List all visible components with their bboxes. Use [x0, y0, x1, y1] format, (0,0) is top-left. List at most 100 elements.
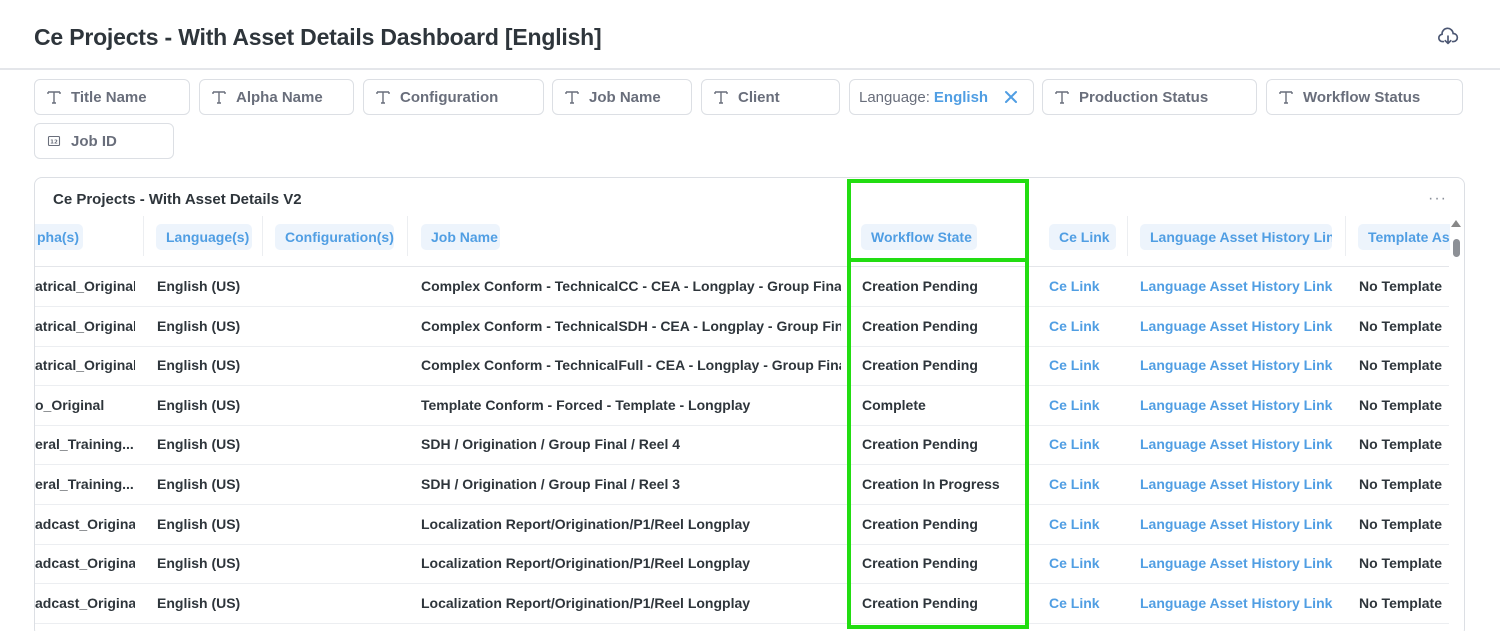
cell-workflow-state: Creation In Progress: [862, 476, 1000, 492]
cell-alpha: eral_Training...: [35, 436, 134, 453]
filter-job-name[interactable]: Job Name: [552, 79, 692, 115]
filter-language[interactable]: Language: English: [849, 79, 1034, 115]
cell-template: No Template: [1359, 476, 1442, 492]
cell-ce-link[interactable]: Ce Link: [1049, 267, 1119, 306]
column-divider: [262, 216, 263, 256]
cell-alpha: adcast_Original: [35, 515, 135, 532]
cell-job-name: Localization Report/Origination/P1/Reel …: [421, 594, 751, 611]
cell-template: No Template: [1359, 396, 1442, 413]
column-header-template-asset[interactable]: Template Ass: [1358, 224, 1450, 250]
filter-job-id[interactable]: 12 Job ID: [34, 123, 174, 159]
cell-template: No Template: [1359, 515, 1442, 532]
more-options-icon[interactable]: ···: [1428, 190, 1447, 208]
clear-filter-icon[interactable]: [1003, 89, 1019, 105]
cell-job-name: SDH / Origination / Group Final / Reel 3: [421, 476, 681, 492]
filter-label: Title Name: [71, 88, 147, 106]
cell-job-name: Localization Report/Origination/P1/Reel …: [421, 515, 751, 532]
cell-language-asset-history-link[interactable]: Language Asset History Link: [1140, 425, 1340, 464]
cell-language-asset-history-link[interactable]: Language Asset History Link: [1140, 307, 1340, 346]
table-row[interactable]: atrical_Original English (US) Complex Conf…: [35, 267, 1449, 307]
cell-language-asset-history-link[interactable]: Language Asset History Link: [1140, 386, 1340, 425]
cell-alpha: o_Original: [35, 396, 105, 413]
cell-template: No Template: [1359, 278, 1442, 294]
table-row[interactable]: eral_Training... English (US) SDH / Origin…: [35, 465, 1449, 505]
cell-language: English (US): [157, 436, 241, 453]
column-header-language-asset-history-link[interactable]: Language Asset History Link: [1140, 224, 1332, 250]
filter-label: Client: [738, 88, 780, 106]
column-divider: [1127, 216, 1128, 256]
svg-text:12: 12: [50, 139, 58, 145]
text-type-icon: [1277, 90, 1295, 104]
table-row[interactable]: o_Original English (US) Template Conform -…: [35, 386, 1449, 426]
table-row[interactable]: adcast_Original English (US) Localization …: [35, 584, 1449, 624]
table-row[interactable]: adcast_Original English (US) Localization …: [35, 505, 1449, 545]
cloud-download-icon[interactable]: [1437, 26, 1459, 48]
table-row[interactable]: eral_Training... English (US) SDH / Origin…: [35, 425, 1449, 466]
cell-template: No Template: [1359, 317, 1442, 334]
column-divider: [1345, 216, 1346, 256]
cell-alpha: atrical_Original: [35, 357, 135, 374]
cell-ce-link[interactable]: Ce Link: [1049, 544, 1119, 583]
cell-workflow-state: Creation Pending: [862, 278, 978, 294]
cell-template: No Template: [1359, 357, 1442, 374]
cell-ce-link[interactable]: Ce Link: [1049, 425, 1119, 464]
table-row[interactable]: adcast_Original English (US) Localization …: [35, 544, 1449, 585]
filter-label: Production Status: [1079, 88, 1209, 106]
cell-language-asset-history-link[interactable]: Language Asset History Link: [1140, 584, 1340, 623]
cell-language: English (US): [157, 476, 241, 492]
filter-label: Job ID: [71, 132, 117, 150]
column-header-languages[interactable]: Language(s): [156, 224, 252, 250]
cell-language: English (US): [157, 515, 241, 532]
cell-language: English (US): [157, 396, 241, 413]
filter-configuration[interactable]: Configuration: [363, 79, 544, 115]
filter-label: Job Name: [589, 88, 661, 106]
cell-ce-link[interactable]: Ce Link: [1049, 505, 1119, 544]
filter-client[interactable]: Client: [701, 79, 840, 115]
cell-ce-link[interactable]: Ce Link: [1049, 465, 1119, 504]
cell-template: No Template: [1359, 594, 1442, 611]
table-row[interactable]: atrical_Original English (US) Complex Conf…: [35, 346, 1449, 387]
cell-job-name: Complex Conform - TechnicalSDH - CEA - L…: [421, 317, 841, 334]
text-type-icon: [374, 90, 392, 104]
cell-language-asset-history-link[interactable]: Language Asset History Link: [1140, 505, 1340, 544]
cell-template: No Template: [1359, 555, 1442, 572]
scroll-up-arrow-icon[interactable]: [1451, 220, 1461, 227]
vertical-scrollbar-thumb[interactable]: [1453, 239, 1460, 257]
cell-ce-link[interactable]: Ce Link: [1049, 307, 1119, 346]
cell-job-name: Complex Conform - TechnicalCC - CEA - Lo…: [421, 278, 841, 294]
cell-ce-link[interactable]: Ce Link: [1049, 584, 1119, 623]
filter-production-status[interactable]: Production Status: [1042, 79, 1257, 115]
column-header-workflow-state[interactable]: Workflow State: [861, 224, 977, 250]
filter-workflow-status[interactable]: Workflow Status: [1266, 79, 1463, 115]
column-header-job-name[interactable]: Job Name: [421, 224, 500, 250]
cell-ce-link[interactable]: Ce Link: [1049, 346, 1119, 385]
filter-label: Configuration: [400, 88, 499, 106]
table-card: Ce Projects - With Asset Details V2 ··· …: [34, 177, 1465, 631]
cell-alpha: adcast_Original: [35, 555, 135, 572]
cell-job-name: Complex Conform - TechnicalFull - CEA - …: [421, 357, 841, 374]
cell-language-asset-history-link[interactable]: Language Asset History Link: [1140, 465, 1340, 504]
cell-language-asset-history-link[interactable]: Language Asset History Link: [1140, 346, 1340, 385]
filter-label: Alpha Name: [236, 88, 323, 106]
column-header-alphas[interactable]: pha(s): [35, 224, 83, 250]
cell-language: English (US): [157, 594, 241, 611]
cell-workflow-state: Creation Pending: [862, 317, 978, 334]
cell-template: No Template: [1359, 436, 1442, 453]
cell-workflow-state: Creation Pending: [862, 436, 978, 453]
cell-language-asset-history-link[interactable]: Language Asset History Link: [1140, 267, 1340, 306]
filter-title-name[interactable]: Title Name: [34, 79, 190, 115]
table-row[interactable]: atrical_Original English (US) Complex Conf…: [35, 307, 1449, 347]
cell-workflow-state: Creation Pending: [862, 594, 978, 611]
cell-alpha: atrical_Original: [35, 278, 135, 294]
text-type-icon: [712, 90, 730, 104]
cell-alpha: atrical_Original: [35, 317, 135, 334]
column-header-ce-link[interactable]: Ce Link: [1049, 224, 1116, 250]
filter-alpha-name[interactable]: Alpha Name: [199, 79, 354, 115]
text-type-icon: [1053, 90, 1071, 104]
cell-workflow-state: Creation Pending: [862, 555, 978, 572]
cell-language: English (US): [157, 317, 241, 334]
cell-workflow-state: Creation Pending: [862, 357, 978, 374]
column-header-configurations[interactable]: Configuration(s): [275, 224, 394, 250]
cell-language-asset-history-link[interactable]: Language Asset History Link: [1140, 544, 1340, 583]
cell-ce-link[interactable]: Ce Link: [1049, 386, 1119, 425]
